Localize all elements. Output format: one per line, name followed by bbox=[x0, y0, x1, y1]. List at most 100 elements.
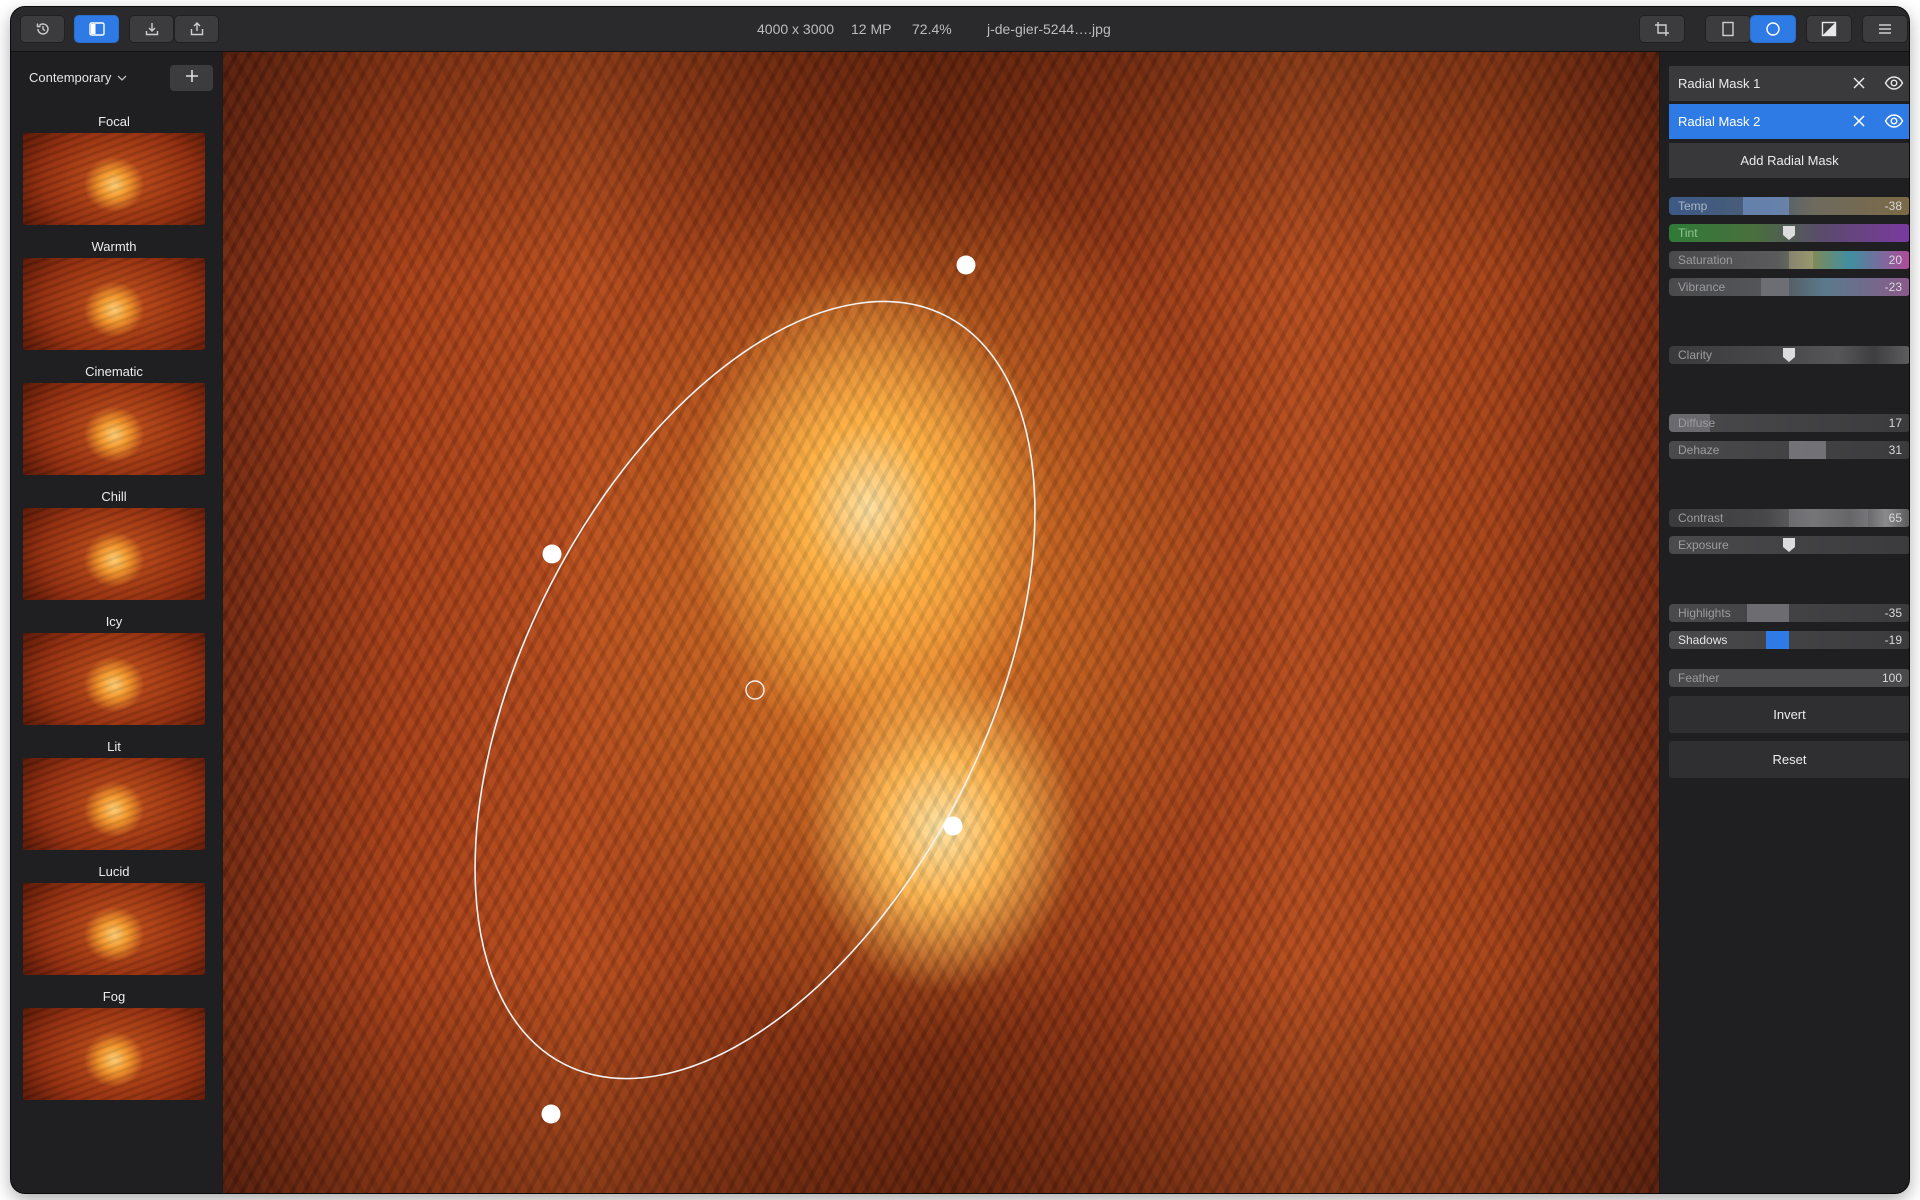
adjustments-panel: Radial Mask 1 Radial Mask 2 Add Radial M… bbox=[1660, 52, 1909, 1193]
slider-label: Highlights bbox=[1678, 606, 1731, 620]
preset-label: Icy bbox=[105, 614, 123, 629]
preset-label: Lit bbox=[107, 739, 121, 754]
preset-cinematic[interactable]: Cinematic bbox=[23, 361, 205, 475]
rectangle-icon bbox=[1721, 21, 1735, 37]
eye-icon[interactable] bbox=[1884, 75, 1904, 94]
history-icon bbox=[35, 21, 51, 37]
slider-knob[interactable] bbox=[1782, 347, 1796, 363]
vibrance-slider[interactable]: Vibrance -23 bbox=[1669, 278, 1909, 296]
preset-lit[interactable]: Lit bbox=[23, 736, 205, 850]
preset-icy[interactable]: Icy bbox=[23, 611, 205, 725]
preset-label: Chill bbox=[101, 489, 127, 504]
tint-slider[interactable]: Tint bbox=[1669, 224, 1909, 242]
preset-thumbnail bbox=[23, 633, 205, 725]
mask-center-handle[interactable] bbox=[745, 680, 765, 700]
add-preset-button[interactable] bbox=[169, 64, 214, 92]
photo-canvas[interactable] bbox=[223, 52, 1659, 1193]
mask-label: Radial Mask 1 bbox=[1678, 76, 1761, 91]
crop-icon bbox=[1654, 21, 1670, 37]
radial-mask-button[interactable] bbox=[1750, 15, 1796, 43]
preset-category-label: Contemporary bbox=[29, 70, 112, 85]
mask-bottom-handle[interactable] bbox=[541, 1104, 561, 1124]
mask-item-radial-1[interactable]: Radial Mask 1 bbox=[1669, 66, 1909, 101]
export-button[interactable] bbox=[174, 15, 219, 43]
eye-icon[interactable] bbox=[1884, 113, 1904, 132]
slider-value: -35 bbox=[1884, 606, 1902, 620]
slider-label: Dehaze bbox=[1678, 443, 1720, 457]
slider-value: 31 bbox=[1888, 443, 1902, 457]
preset-fog[interactable]: Fog bbox=[23, 986, 205, 1100]
share-icon bbox=[189, 21, 205, 37]
mask-item-radial-2[interactable]: Radial Mask 2 bbox=[1669, 104, 1909, 139]
file-name: j-de-gier-5244….jpg bbox=[987, 21, 1111, 37]
linear-mask-button[interactable] bbox=[1705, 15, 1751, 43]
slider-label: Clarity bbox=[1678, 348, 1713, 362]
mask-top-handle[interactable] bbox=[956, 255, 976, 275]
mask-label: Radial Mask 2 bbox=[1678, 114, 1761, 129]
preset-warmth[interactable]: Warmth bbox=[23, 236, 205, 350]
plus-icon bbox=[185, 69, 199, 88]
crop-button[interactable] bbox=[1639, 15, 1685, 43]
invert-button[interactable]: Invert bbox=[1669, 696, 1909, 733]
radial-mask-ellipse[interactable] bbox=[359, 211, 1150, 1168]
mask-left-handle[interactable] bbox=[542, 544, 562, 564]
preset-focal[interactable]: Focal bbox=[23, 111, 205, 225]
download-icon bbox=[144, 21, 160, 37]
close-icon[interactable] bbox=[1852, 76, 1866, 93]
diffuse-slider[interactable]: Diffuse 17 bbox=[1669, 414, 1909, 432]
preset-thumbnail bbox=[23, 508, 205, 600]
preset-label: Lucid bbox=[98, 864, 130, 879]
dehaze-slider[interactable]: Dehaze 31 bbox=[1669, 441, 1909, 459]
toolbar: 4000 x 3000 12 MP 72.4% j-de-gier-5244….… bbox=[11, 7, 1909, 52]
presets-panel: Contemporary Focal Warmth Cinematic Chil… bbox=[11, 52, 222, 1193]
circle-icon bbox=[1765, 21, 1781, 37]
preset-category-dropdown[interactable]: Contemporary bbox=[29, 70, 127, 85]
slider-value: 65 bbox=[1888, 511, 1902, 525]
preset-thumbnail bbox=[23, 258, 205, 350]
toggle-sidebar-button[interactable] bbox=[74, 15, 119, 43]
compare-button[interactable] bbox=[1806, 15, 1852, 43]
preset-thumbnail bbox=[23, 133, 205, 225]
mask-right-handle[interactable] bbox=[943, 816, 963, 836]
feather-slider[interactable]: Feather 100 bbox=[1669, 669, 1909, 687]
preset-chill[interactable]: Chill bbox=[23, 486, 205, 600]
highlights-slider[interactable]: Highlights -35 bbox=[1669, 604, 1909, 622]
reset-button[interactable]: Reset bbox=[1669, 741, 1909, 778]
temp-slider[interactable]: Temp -38 bbox=[1669, 197, 1909, 215]
add-radial-mask-button[interactable]: Add Radial Mask bbox=[1669, 143, 1909, 178]
preset-thumbnail bbox=[23, 383, 205, 475]
slider-knob[interactable] bbox=[1782, 225, 1796, 241]
image-dimensions: 4000 x 3000 bbox=[757, 21, 835, 37]
slider-label: Contrast bbox=[1678, 511, 1724, 525]
preset-label: Fog bbox=[102, 989, 126, 1004]
slider-label: Diffuse bbox=[1678, 416, 1716, 430]
image-megapixels: 12 MP bbox=[851, 21, 892, 37]
slider-value: 100 bbox=[1881, 671, 1902, 685]
slider-value: -19 bbox=[1884, 633, 1902, 647]
slider-value: 17 bbox=[1888, 416, 1902, 430]
menu-button[interactable] bbox=[1862, 15, 1908, 43]
slider-value: -23 bbox=[1884, 280, 1902, 294]
slider-label: Exposure bbox=[1678, 538, 1729, 552]
slider-label: Tint bbox=[1678, 226, 1698, 240]
slider-knob[interactable] bbox=[1782, 537, 1796, 553]
slider-value: 20 bbox=[1888, 253, 1902, 267]
preset-thumbnail bbox=[23, 758, 205, 850]
slider-value: -38 bbox=[1884, 199, 1902, 213]
import-button[interactable] bbox=[129, 15, 174, 43]
radial-mask-overlay[interactable] bbox=[223, 52, 1659, 1193]
slider-label: Feather bbox=[1678, 671, 1720, 685]
hamburger-icon bbox=[1877, 22, 1893, 36]
saturation-slider[interactable]: Saturation 20 bbox=[1669, 251, 1909, 269]
exposure-slider[interactable]: Exposure bbox=[1669, 536, 1909, 554]
slider-label: Vibrance bbox=[1678, 280, 1726, 294]
clarity-slider[interactable]: Clarity bbox=[1669, 346, 1909, 364]
shadows-slider[interactable]: Shadows -19 bbox=[1669, 631, 1909, 649]
close-icon[interactable] bbox=[1852, 114, 1866, 131]
slider-label: Shadows bbox=[1678, 633, 1728, 647]
preset-lucid[interactable]: Lucid bbox=[23, 861, 205, 975]
history-button[interactable] bbox=[20, 15, 65, 43]
contrast-slider[interactable]: Contrast 65 bbox=[1669, 509, 1909, 527]
preset-thumbnail bbox=[23, 883, 205, 975]
chevron-down-icon bbox=[117, 70, 127, 85]
